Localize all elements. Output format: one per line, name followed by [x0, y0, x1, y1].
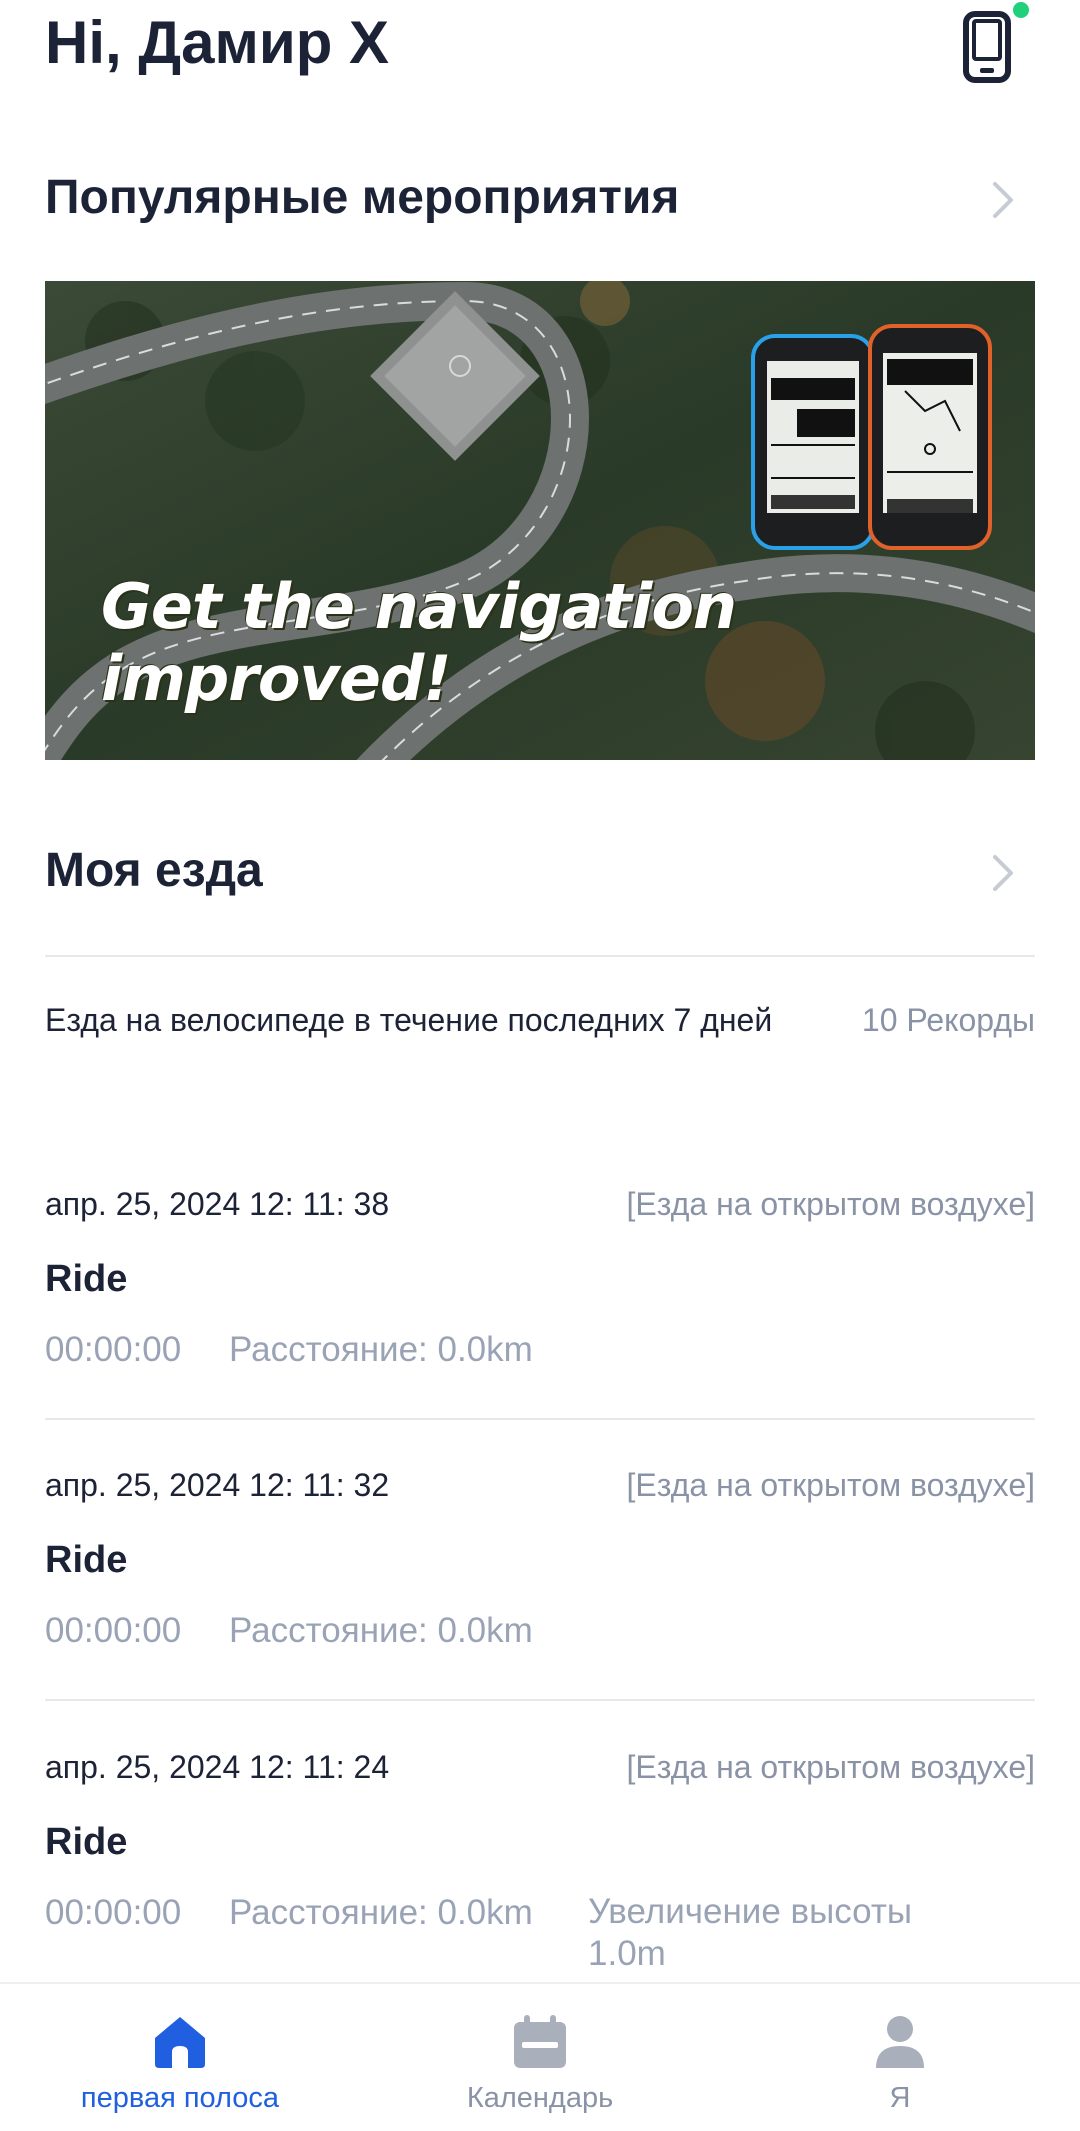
ride-duration: 00:00:00: [45, 1330, 182, 1369]
ride-type: [Езда на открытом воздухе]: [626, 1749, 1036, 1785]
summary-label: Езда на велосипеде в течение последних 7…: [45, 1002, 773, 1038]
my-rides-header[interactable]: Моя езда: [45, 843, 1035, 923]
ride-distance: Расстояние: 0.0km: [229, 1611, 533, 1650]
ride-distance: Расстояние: 0.0km: [229, 1330, 533, 1369]
ride-list-item[interactable]: апр. 25, 2024 12: 11: 38 [Езда на открыт…: [45, 1184, 1035, 1414]
ride-name: Ride: [45, 1258, 128, 1300]
chevron-right-icon: [993, 855, 1013, 891]
tab-calendar-label: Календарь: [466, 2082, 614, 2114]
chevron-right-icon: [993, 182, 1013, 218]
ride-type: [Езда на открытом воздухе]: [626, 1186, 1036, 1222]
ride-date: апр. 25, 2024 12: 11: 24: [45, 1749, 390, 1785]
ride-type: [Езда на открытом воздухе]: [626, 1467, 1036, 1503]
banner-headline-line2: improved!: [101, 642, 452, 715]
tab-home[interactable]: первая полоса: [0, 1984, 360, 2131]
person-icon: [876, 2016, 924, 2068]
device-button[interactable]: [951, 2, 1035, 88]
popular-events-title: Популярные мероприятия: [45, 171, 680, 224]
popular-events-header[interactable]: Популярные мероприятия: [45, 170, 1035, 250]
summary-count: 10 Рекорды: [861, 1002, 1035, 1038]
divider: [45, 1699, 1035, 1701]
calendar-icon: [514, 2015, 566, 2068]
ride-date: апр. 25, 2024 12: 11: 32: [45, 1467, 390, 1503]
header: Hi, Дамир Х: [45, 0, 1035, 100]
promo-banner[interactable]: Get the navigation improved!: [45, 281, 1035, 760]
status-dot: [1013, 2, 1029, 18]
ride-elevation: Увеличение высоты 1.0m: [588, 1892, 913, 1973]
ride-duration: 00:00:00: [45, 1893, 182, 1932]
rides-summary: Езда на велосипеде в течение последних 7…: [45, 1000, 1035, 1090]
ride-distance: Расстояние: 0.0km: [229, 1893, 533, 1932]
tab-calendar[interactable]: Календарь: [360, 1984, 720, 2131]
divider: [45, 955, 1035, 957]
my-rides-title: Моя езда: [45, 844, 263, 897]
ride-list-item[interactable]: апр. 25, 2024 12: 11: 32 [Езда на открыт…: [45, 1465, 1035, 1695]
ride-date: апр. 25, 2024 12: 11: 38: [45, 1186, 390, 1222]
home-icon: [155, 2017, 205, 2068]
ride-name: Ride: [45, 1821, 128, 1863]
greeting-title: Hi, Дамир Х: [45, 9, 390, 76]
banner-headline: Get the navigation improved!: [101, 570, 737, 715]
ride-list-item[interactable]: апр. 25, 2024 12: 11: 24 [Езда на открыт…: [45, 1747, 1035, 1977]
banner-headline-line1: Get the navigation: [101, 570, 737, 643]
tab-home-label: первая полоса: [80, 2082, 280, 2114]
tab-profile[interactable]: Я: [720, 1984, 1080, 2131]
ride-name: Ride: [45, 1539, 128, 1581]
ride-duration: 00:00:00: [45, 1611, 182, 1650]
bottom-tab-bar: первая полоса Календарь Я: [0, 1982, 1080, 2131]
divider: [45, 1418, 1035, 1420]
device-phone-icon: [963, 2, 1029, 83]
tab-profile-label: Я: [889, 2082, 911, 2114]
